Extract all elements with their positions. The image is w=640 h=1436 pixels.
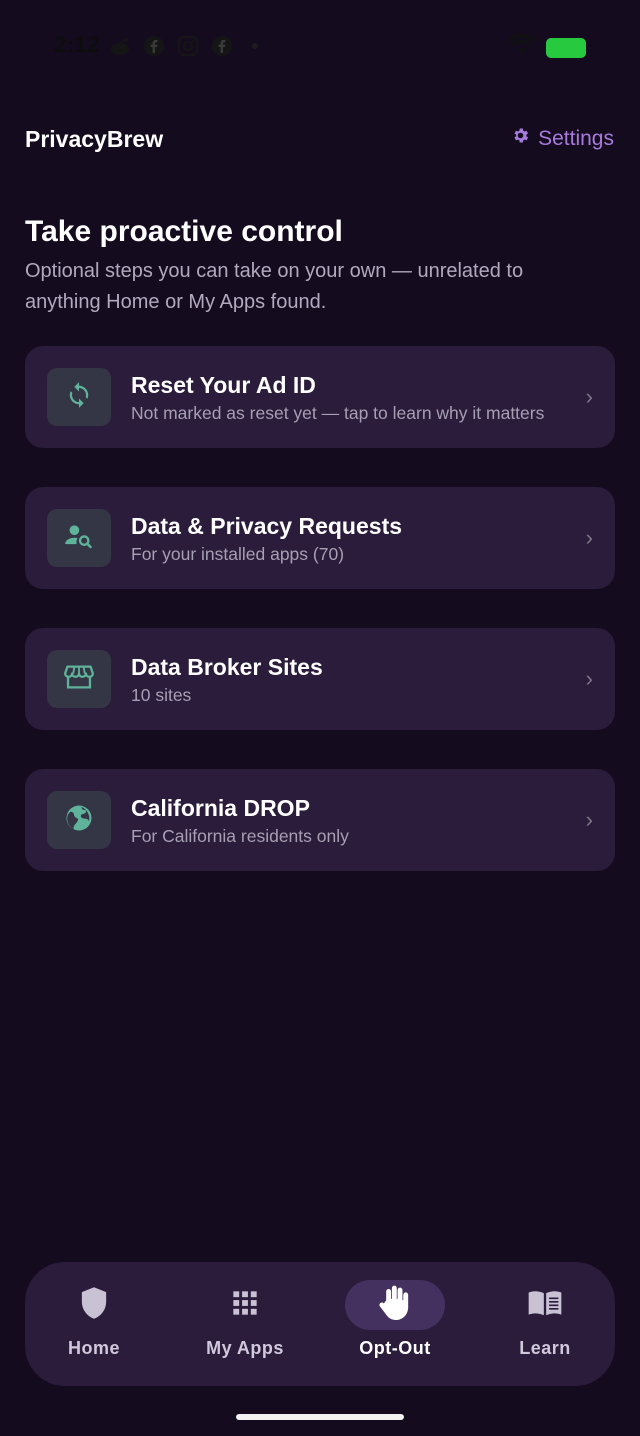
more-notifications-dot <box>252 43 258 49</box>
bottom-navigation: Home My Apps Opt-Out Learn <box>25 1262 615 1386</box>
nav-label: Learn <box>519 1338 571 1358</box>
card-california-drop[interactable]: California DROP For California residents… <box>25 769 615 871</box>
app-title: PrivacyBrew <box>25 126 164 152</box>
system-status-icons <box>508 33 586 61</box>
nav-pill <box>195 1280 295 1330</box>
chevron-right-icon: › <box>585 666 593 691</box>
facebook-icon <box>210 34 234 58</box>
hand-icon <box>377 1284 413 1327</box>
nav-pill <box>345 1280 445 1330</box>
card-icon-container <box>47 368 111 426</box>
card-subtitle: 10 sites <box>131 685 192 705</box>
card-title: Reset Your Ad ID <box>131 372 316 398</box>
card-icon-container <box>47 650 111 708</box>
chevron-right-icon: › <box>585 525 593 550</box>
notification-icons <box>108 34 258 58</box>
chevron-right-icon: › <box>585 807 593 832</box>
grid-icon <box>231 1289 259 1322</box>
gear-icon <box>511 126 530 151</box>
instagram-icon <box>176 34 200 58</box>
card-title: Data Broker Sites <box>131 654 323 680</box>
nav-item-learn[interactable]: Learn <box>471 1262 619 1386</box>
shield-icon <box>79 1286 109 1325</box>
person-search-icon <box>64 522 94 555</box>
card-subtitle: For your installed apps (70) <box>131 544 345 564</box>
page-subtitle: Optional steps you can take on your own … <box>25 260 524 313</box>
globe-icon <box>64 803 94 838</box>
book-icon <box>527 1289 563 1322</box>
nav-label: Opt-Out <box>359 1338 431 1358</box>
refresh-icon <box>65 381 93 414</box>
home-indicator[interactable] <box>236 1414 404 1420</box>
nav-pill <box>495 1280 595 1330</box>
nav-label: Home <box>67 1338 120 1358</box>
card-data-broker-sites[interactable]: Data Broker Sites 10 sites › <box>25 628 615 730</box>
facebook-icon <box>142 34 166 58</box>
card-icon-container <box>47 509 111 567</box>
card-title: California DROP <box>131 795 310 821</box>
card-subtitle: For California residents only <box>131 826 349 846</box>
action-card-list: Reset Your Ad ID Not marked as reset yet… <box>25 346 615 910</box>
chevron-right-icon: › <box>585 384 593 409</box>
nav-label: My Apps <box>206 1338 284 1358</box>
opt-out-screen: 2:12 PrivacyBrew Settings Take proactive… <box>0 0 640 1436</box>
wifi-icon <box>508 33 536 61</box>
nav-pill <box>44 1280 144 1330</box>
card-reset-ad-id[interactable]: Reset Your Ad ID Not marked as reset yet… <box>25 346 615 448</box>
settings-label: Settings <box>538 126 614 150</box>
reddit-icon <box>108 34 132 58</box>
page-title: Take proactive control <box>25 215 343 248</box>
storefront-icon <box>64 663 94 696</box>
battery-icon <box>546 37 586 58</box>
nav-item-opt-out[interactable]: Opt-Out <box>321 1262 469 1386</box>
card-subtitle: Not marked as reset yet — tap to learn w… <box>131 403 545 423</box>
status-time: 2:12 <box>54 32 101 57</box>
status-bar: 2:12 <box>0 28 640 64</box>
card-data-privacy-requests[interactable]: Data & Privacy Requests For your install… <box>25 487 615 589</box>
settings-button[interactable]: Settings <box>511 126 614 151</box>
nav-item-my-apps[interactable]: My Apps <box>171 1262 319 1386</box>
card-icon-container <box>47 791 111 849</box>
nav-item-home[interactable]: Home <box>20 1262 168 1386</box>
card-title: Data & Privacy Requests <box>131 513 403 539</box>
